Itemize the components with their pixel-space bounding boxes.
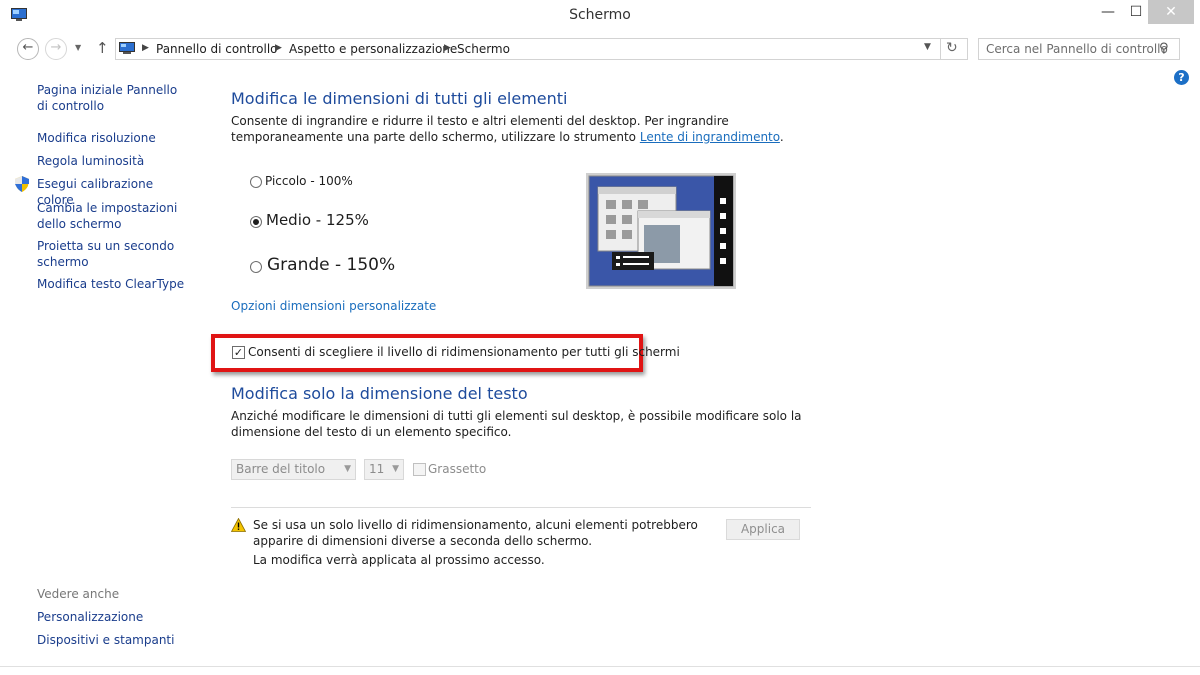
section-divider <box>231 507 811 508</box>
apply-button[interactable]: Applica <box>726 519 800 540</box>
sidebar-item-project[interactable]: Proietta su un secondo schermo <box>37 238 187 270</box>
warning-text: Se si usa un solo livello di ridimension… <box>253 518 698 548</box>
section-title-text-only: Modifica solo la dimensione del testo <box>231 384 528 403</box>
address-dropdown-icon[interactable]: ▼ <box>924 42 931 52</box>
sidebar-item-cleartype[interactable]: Modifica testo ClearType <box>37 276 187 292</box>
sidebar-item-brightness[interactable]: Regola luminosità <box>37 153 187 169</box>
font-size-select[interactable]: 11 ▼ <box>364 459 404 480</box>
scaling-checkbox[interactable]: ✓ <box>232 346 245 359</box>
breadcrumb-separator-icon[interactable]: ▶ <box>444 43 451 53</box>
breadcrumb-control-panel[interactable]: Pannello di controllo <box>156 42 278 56</box>
search-icon[interactable]: ⚲ <box>1159 41 1169 56</box>
control-panel-icon <box>119 42 135 54</box>
chevron-down-icon: ▼ <box>392 464 399 474</box>
radio-medium-label[interactable]: Medio - 125% <box>266 211 369 229</box>
bold-checkbox-label[interactable]: Grassetto <box>428 462 486 476</box>
uac-shield-icon <box>15 176 29 192</box>
recent-locations-chevron-icon[interactable]: ▼ <box>75 43 81 52</box>
chevron-down-icon: ▼ <box>344 464 351 474</box>
up-button[interactable]: ↑ <box>96 39 109 57</box>
element-select-value: Barre del titolo <box>236 462 326 476</box>
search-placeholder: Cerca nel Pannello di controllo <box>986 42 1168 56</box>
description-end: . <box>779 130 784 144</box>
scaling-checkbox-label[interactable]: Consenti di scegliere il livello di ridi… <box>248 345 680 359</box>
custom-size-options-link[interactable]: Opzioni dimensioni personalizzate <box>231 299 436 313</box>
breadcrumb-appearance[interactable]: Aspetto e personalizzazione <box>289 42 457 56</box>
breadcrumb-separator-icon[interactable]: ▶ <box>275 43 282 53</box>
address-divider <box>940 39 941 59</box>
refresh-icon[interactable]: ↻ <box>946 40 958 56</box>
breadcrumb-display[interactable]: Schermo <box>457 42 510 56</box>
section-description-text-only: Anziché modificare le dimensioni di tutt… <box>231 409 802 439</box>
section-description-all-elements: Consente di ingrandire e ridurre il test… <box>231 113 811 145</box>
window-title: Schermo <box>569 7 631 23</box>
close-button[interactable]: ✕ <box>1148 0 1194 24</box>
back-button[interactable]: ← <box>17 38 39 60</box>
scaling-preview-image <box>586 173 736 289</box>
warning-icon <box>231 518 246 532</box>
notice-text: La modifica verrà applicata al prossimo … <box>253 553 545 567</box>
magnifier-link[interactable]: Lente di ingrandimento <box>640 130 780 144</box>
section-title-all-elements: Modifica le dimensioni di tutti gli elem… <box>231 89 568 108</box>
sidebar-item-display-settings[interactable]: Cambia le impostazioni dello schermo <box>37 200 187 232</box>
see-also-heading: Vedere anche <box>37 587 120 601</box>
breadcrumb-separator-icon[interactable]: ▶ <box>142 43 149 53</box>
sidebar-item-resolution[interactable]: Modifica risoluzione <box>37 130 187 146</box>
sidebar-item-personalization[interactable]: Personalizzazione <box>37 609 187 625</box>
forward-button[interactable]: → <box>45 38 67 60</box>
radio-small[interactable] <box>250 176 262 188</box>
sidebar-item-home[interactable]: Pagina iniziale Pannello di controllo <box>37 82 187 114</box>
radio-large[interactable] <box>250 261 262 273</box>
help-icon[interactable]: ? <box>1174 70 1189 85</box>
radio-small-label[interactable]: Piccolo - 100% <box>265 174 353 188</box>
bold-checkbox[interactable] <box>413 463 426 476</box>
window-bottom-border <box>0 666 1200 667</box>
sidebar-item-devices-printers[interactable]: Dispositivi e stampanti <box>37 632 187 648</box>
radio-medium[interactable] <box>250 216 262 228</box>
element-select[interactable]: Barre del titolo ▼ <box>231 459 356 480</box>
font-size-select-value: 11 <box>369 462 385 476</box>
radio-large-label[interactable]: Grande - 150% <box>267 255 395 275</box>
